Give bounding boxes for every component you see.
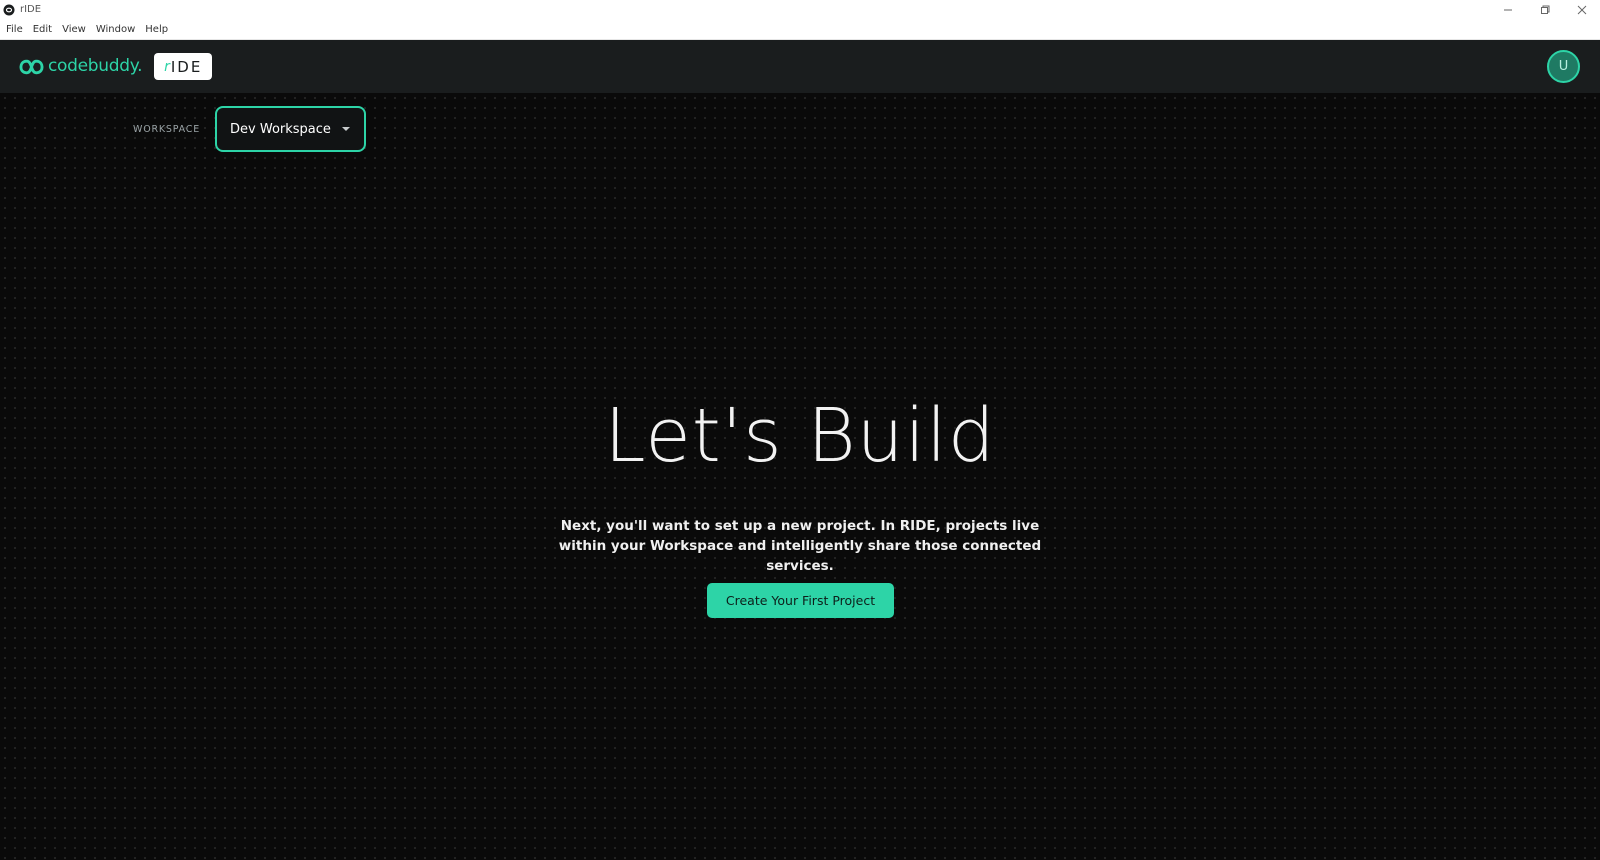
workspace-selector-row: WORKSPACE Dev Workspace <box>133 106 367 152</box>
menu-view[interactable]: View <box>57 24 91 35</box>
menu-help[interactable]: Help <box>140 24 173 35</box>
brand-name: codebuddy. <box>48 55 143 76</box>
menu-edit[interactable]: Edit <box>28 24 57 35</box>
main-canvas: WORKSPACE Dev Workspace Let's Build Next… <box>0 93 1600 860</box>
user-avatar[interactable]: U <box>1547 50 1580 83</box>
avatar-initial: U <box>1558 59 1569 74</box>
ride-product-badge: r IDE <box>154 53 213 80</box>
hero-title: Let's Build <box>604 393 996 479</box>
window-titlebar: rIDE <box>0 0 1600 19</box>
ride-badge-text: IDE <box>170 57 203 76</box>
menu-window[interactable]: Window <box>91 24 140 35</box>
hero-subtitle: Next, you'll want to set up a new projec… <box>558 518 1042 574</box>
menu-file[interactable]: File <box>0 24 28 35</box>
window-controls <box>1489 0 1600 19</box>
app-icon <box>2 3 15 16</box>
create-first-project-button[interactable]: Create Your First Project <box>707 583 894 618</box>
workspace-dropdown[interactable]: Dev Workspace <box>215 106 367 152</box>
codebuddy-logo-icon <box>19 59 44 74</box>
minimize-icon[interactable] <box>1489 0 1526 19</box>
workspace-label: WORKSPACE <box>133 123 201 135</box>
restore-icon[interactable] <box>1526 0 1563 19</box>
menu-bar: File Edit View Window Help <box>0 19 1600 40</box>
app-header: codebuddy. r IDE U <box>0 40 1600 93</box>
ride-r-icon: r <box>164 58 170 75</box>
chevron-down-icon <box>342 127 351 131</box>
workspace-selected-value: Dev Workspace <box>230 121 331 137</box>
brand-logo-link[interactable]: codebuddy. <box>19 55 143 77</box>
window-title: rIDE <box>20 4 42 15</box>
close-icon[interactable] <box>1563 0 1600 19</box>
